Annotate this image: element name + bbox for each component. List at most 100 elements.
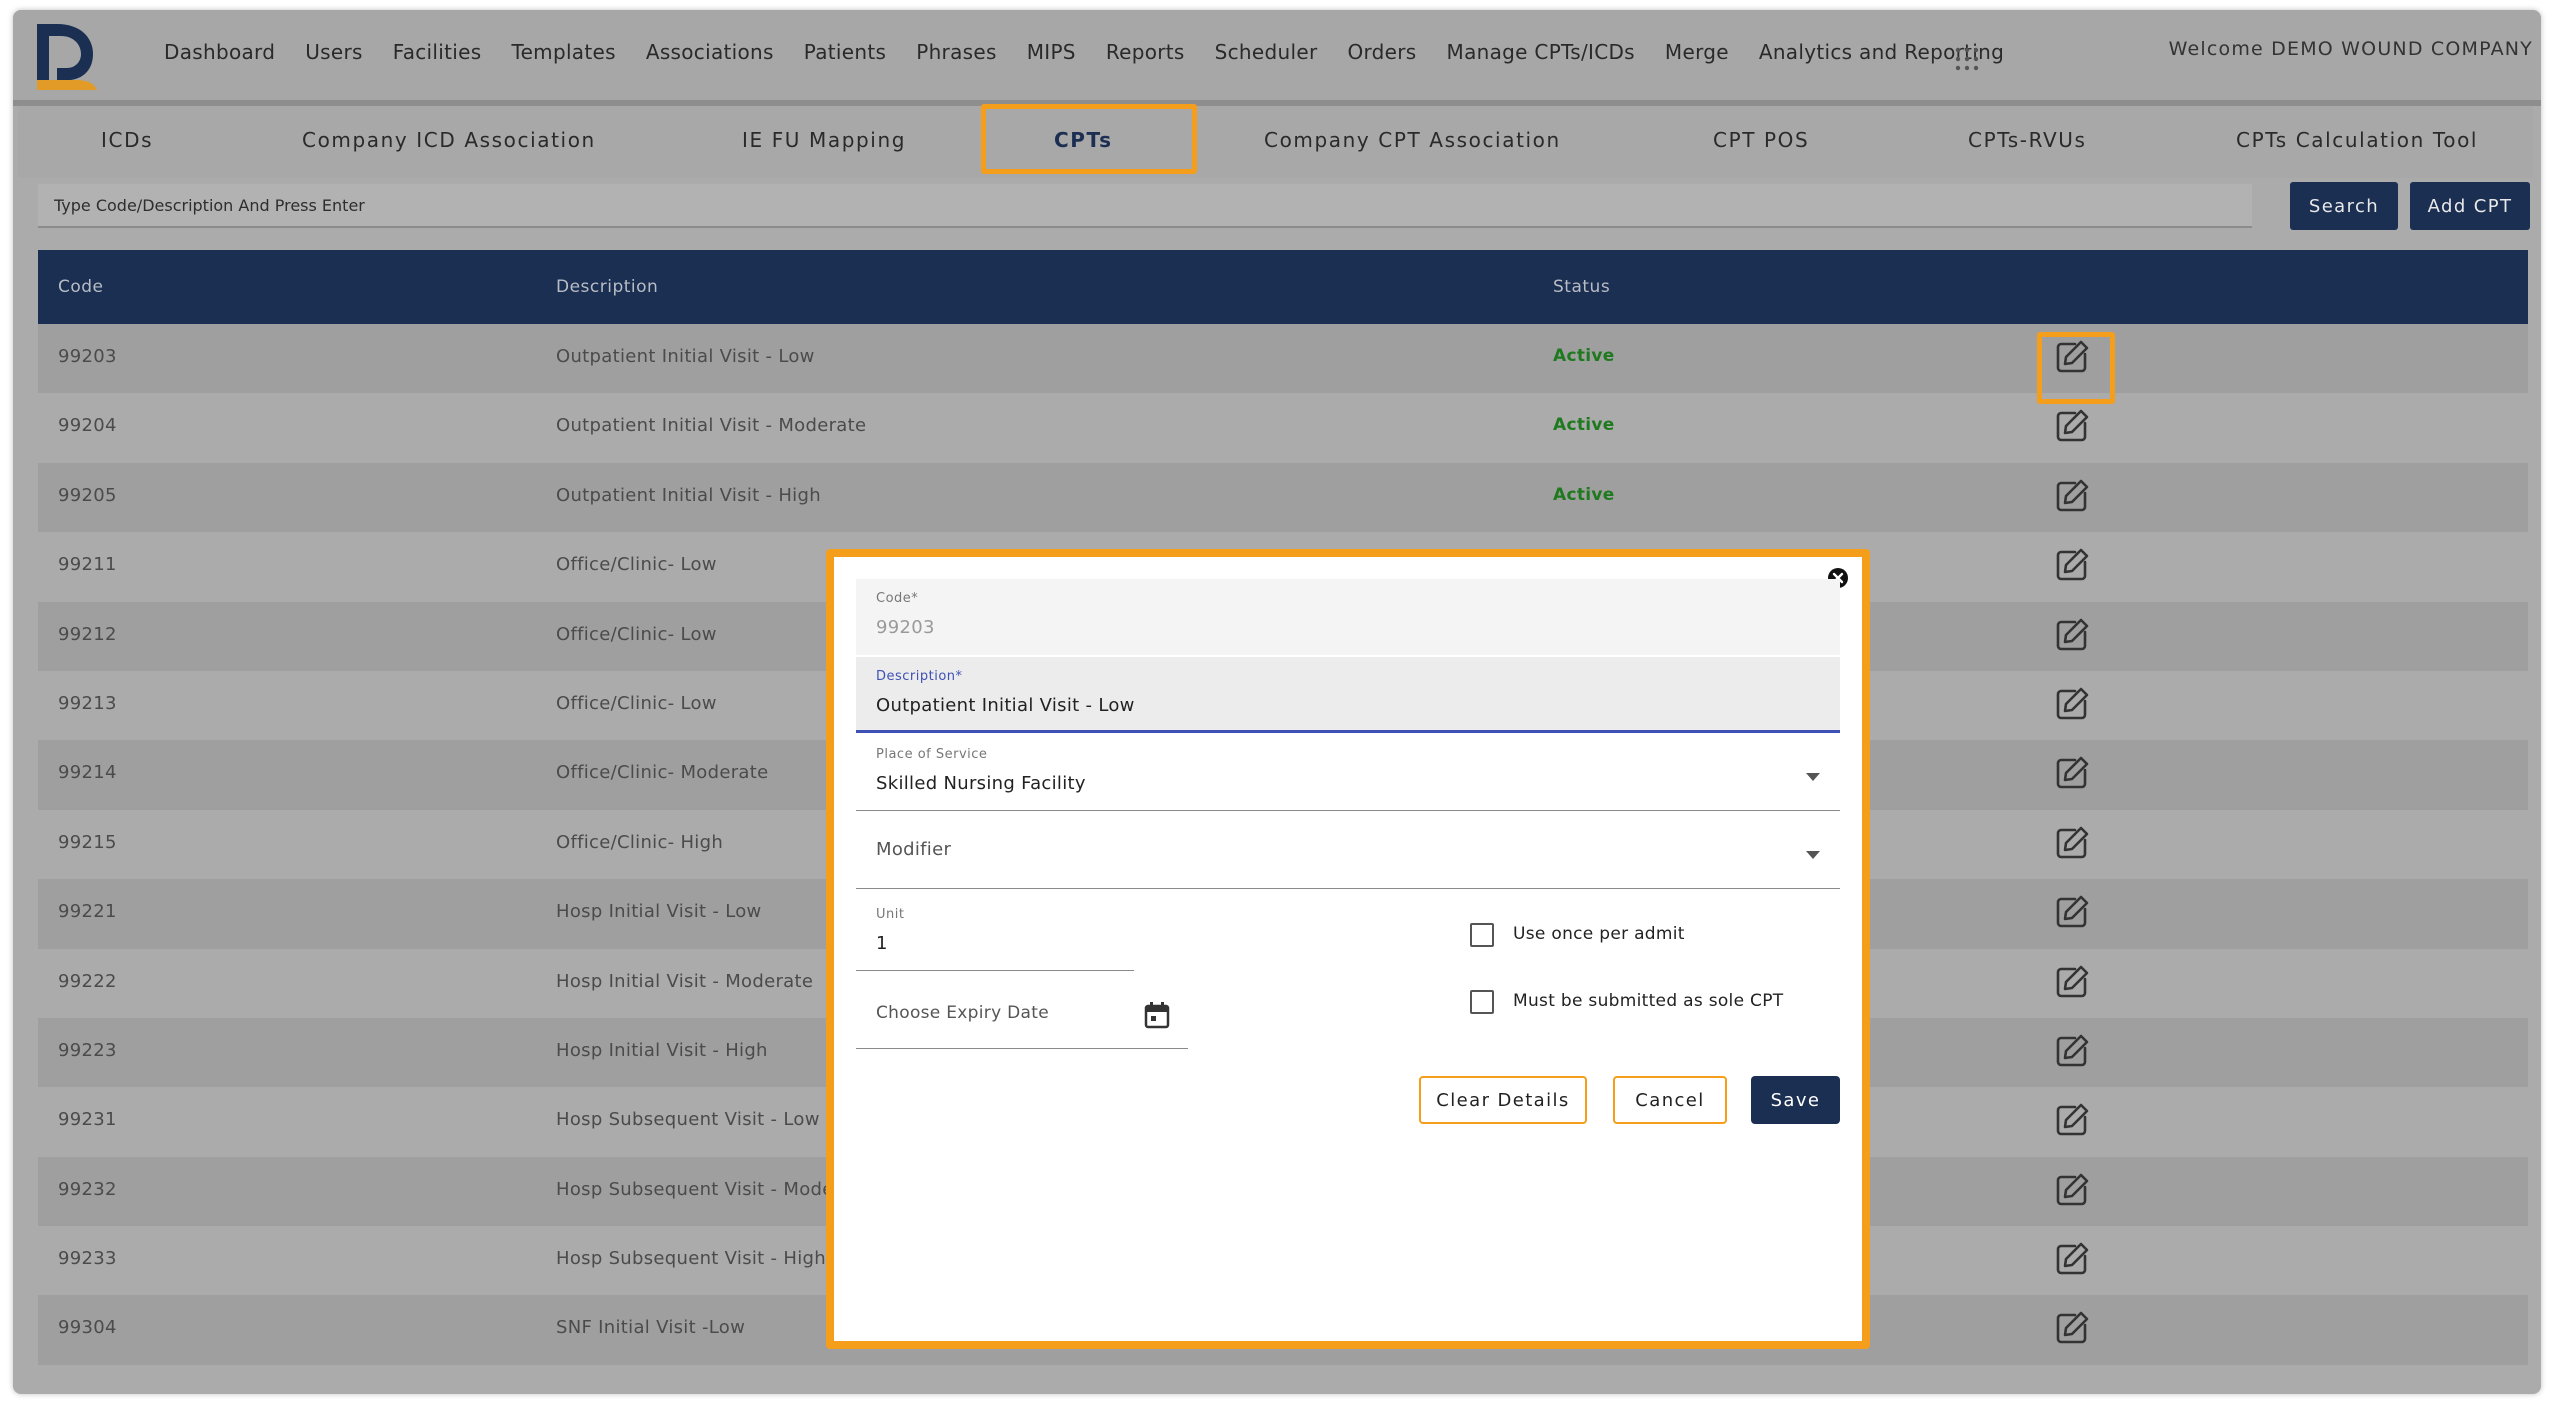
pos-value: Skilled Nursing Facility xyxy=(876,773,1086,794)
sub-tabs: ICDs Company ICD Association IE FU Mappi… xyxy=(18,106,2533,178)
chevron-down-icon xyxy=(1806,772,1820,781)
cell-code: 99233 xyxy=(58,1248,117,1270)
edit-icon[interactable] xyxy=(2053,963,2091,1001)
cell-description: SNF Initial Visit -Low xyxy=(556,1317,746,1339)
expiry-placeholder: Choose Expiry Date xyxy=(876,1003,1049,1023)
table-header: Code Description Status xyxy=(38,250,2528,324)
cell-description: Hosp Subsequent Visit - Mode xyxy=(556,1178,834,1200)
table-row: 99205 Outpatient Initial Visit - High Acti… xyxy=(38,462,2528,533)
nav-reports[interactable]: Reports xyxy=(1091,40,1200,64)
edit-icon[interactable] xyxy=(2053,1240,2091,1278)
edit-icon[interactable] xyxy=(2053,824,2091,862)
cell-code: 99205 xyxy=(58,484,117,506)
nav-merge[interactable]: Merge xyxy=(1650,40,1744,64)
sole-cpt-checkbox[interactable] xyxy=(1470,990,1494,1014)
cell-code: 99212 xyxy=(58,623,117,645)
edit-icon[interactable] xyxy=(2053,616,2091,654)
unit-field[interactable]: Unit 1 xyxy=(856,899,1134,971)
use-once-checkbox[interactable] xyxy=(1470,923,1494,947)
search-button[interactable]: Search xyxy=(2290,182,2398,230)
code-field: Code* 99203 xyxy=(856,579,1840,655)
nav-orders[interactable]: Orders xyxy=(1332,40,1431,64)
cell-description: Hosp Subsequent Visit - Low xyxy=(556,1109,820,1131)
edit-icon[interactable] xyxy=(2053,893,2091,931)
cell-description: Outpatient Initial Visit - Low xyxy=(556,346,815,367)
edit-icon[interactable] xyxy=(2053,546,2091,584)
sole-cpt-label: Must be submitted as sole CPT xyxy=(1513,991,1784,1011)
modifier-placeholder: Modifier xyxy=(876,839,952,860)
nav-scheduler[interactable]: Scheduler xyxy=(1200,40,1333,64)
tab-company-icd-association[interactable]: Company ICD Association xyxy=(302,128,596,152)
edit-icon[interactable] xyxy=(2053,1032,2091,1070)
place-of-service-select[interactable]: Place of Service Skilled Nursing Facilit… xyxy=(856,735,1840,811)
edit-icon[interactable] xyxy=(2053,1101,2091,1139)
nav-phrases[interactable]: Phrases xyxy=(901,40,1011,64)
save-button[interactable]: Save xyxy=(1751,1076,1840,1124)
calendar-icon[interactable] xyxy=(1144,1001,1170,1029)
cell-code: 99211 xyxy=(58,554,117,576)
cell-code: 99231 xyxy=(58,1109,117,1131)
edit-icon[interactable] xyxy=(2053,477,2091,515)
cell-code: 99221 xyxy=(58,901,117,923)
unit-value[interactable]: 1 xyxy=(876,933,888,954)
cancel-button[interactable]: Cancel xyxy=(1613,1076,1727,1124)
code-label: Code* xyxy=(876,591,919,606)
tab-cpt-pos[interactable]: CPT POS xyxy=(1713,128,1809,152)
cell-description: Hosp Subsequent Visit - High xyxy=(556,1248,826,1270)
cell-description: Outpatient Initial Visit - Moderate xyxy=(556,415,867,437)
edit-cpt-modal: Code* 99203 Description* Outpatient Init… xyxy=(826,549,1870,1349)
edit-icon[interactable] xyxy=(2053,754,2091,792)
tab-ie-fu-mapping[interactable]: IE FU Mapping xyxy=(742,128,906,152)
expiry-date-field[interactable]: Choose Expiry Date xyxy=(856,977,1188,1049)
cell-description: Hosp Initial Visit - High xyxy=(556,1039,768,1061)
nav-users[interactable]: Users xyxy=(290,40,378,64)
table-row: 99204 Outpatient Initial Visit - Moderate… xyxy=(38,393,2528,463)
pos-label: Place of Service xyxy=(876,747,988,762)
nav-associations[interactable]: Associations xyxy=(631,40,789,64)
nav-patients[interactable]: Patients xyxy=(789,40,901,64)
edit-icon[interactable] xyxy=(2053,1171,2091,1209)
tab-cpts[interactable]: CPTs xyxy=(1054,128,1113,152)
description-field[interactable]: Description* Outpatient Initial Visit - … xyxy=(856,657,1840,733)
cell-description: Office/Clinic- Low xyxy=(556,554,717,576)
tab-icds[interactable]: ICDs xyxy=(101,128,153,152)
add-cpt-button[interactable]: Add CPT xyxy=(2410,182,2530,230)
cell-description: Office/Clinic- Low xyxy=(556,623,717,645)
nav-facilities[interactable]: Facilities xyxy=(378,40,497,64)
cell-description: Office/Clinic- High xyxy=(556,831,724,853)
cell-code: 99214 xyxy=(58,762,117,784)
nav-dashboard[interactable]: Dashboard xyxy=(149,40,290,64)
unit-label: Unit xyxy=(876,907,905,922)
edit-icon[interactable] xyxy=(2053,685,2091,723)
nav-mips[interactable]: MIPS xyxy=(1012,40,1091,64)
company-logo[interactable]: D xyxy=(31,20,101,92)
nav-manage-cpts-icds[interactable]: Manage CPTs/ICDs xyxy=(1432,40,1650,64)
cell-description: Outpatient Initial Visit - High xyxy=(556,484,821,506)
tab-company-cpt-association[interactable]: Company CPT Association xyxy=(1264,128,1561,152)
tab-cpts-rvus[interactable]: CPTs-RVUs xyxy=(1968,128,2087,152)
clear-details-button[interactable]: Clear Details xyxy=(1419,1076,1587,1124)
cell-code: 99304 xyxy=(58,1317,117,1339)
cell-description: Office/Clinic- Moderate xyxy=(556,762,769,784)
search-input[interactable] xyxy=(38,184,2252,228)
description-value[interactable]: Outpatient Initial Visit - Low xyxy=(876,695,1135,716)
edit-icon[interactable] xyxy=(2053,407,2091,445)
cell-code: 99213 xyxy=(58,692,117,714)
header-code: Code xyxy=(58,277,104,297)
cell-code: 99222 xyxy=(58,970,117,992)
cell-status: Active xyxy=(1553,346,1615,366)
header-status: Status xyxy=(1553,277,1611,297)
top-navbar: D Dashboard Users Facilities Templates A… xyxy=(13,10,2541,100)
description-label: Description* xyxy=(876,669,963,684)
apps-grid-icon[interactable] xyxy=(1954,46,1980,72)
modifier-select[interactable]: Modifier xyxy=(856,813,1840,889)
tab-cpts-calculation-tool[interactable]: CPTs Calculation Tool xyxy=(2236,128,2478,152)
edit-icon[interactable] xyxy=(2053,1309,2091,1347)
cell-code: 99223 xyxy=(58,1039,117,1061)
header-description: Description xyxy=(556,277,659,297)
app-window: D Dashboard Users Facilities Templates A… xyxy=(13,10,2541,1394)
cell-code: 99203 xyxy=(58,346,117,367)
cell-code: 99215 xyxy=(58,831,117,853)
cell-code: 99204 xyxy=(58,415,117,437)
nav-templates[interactable]: Templates xyxy=(496,40,630,64)
